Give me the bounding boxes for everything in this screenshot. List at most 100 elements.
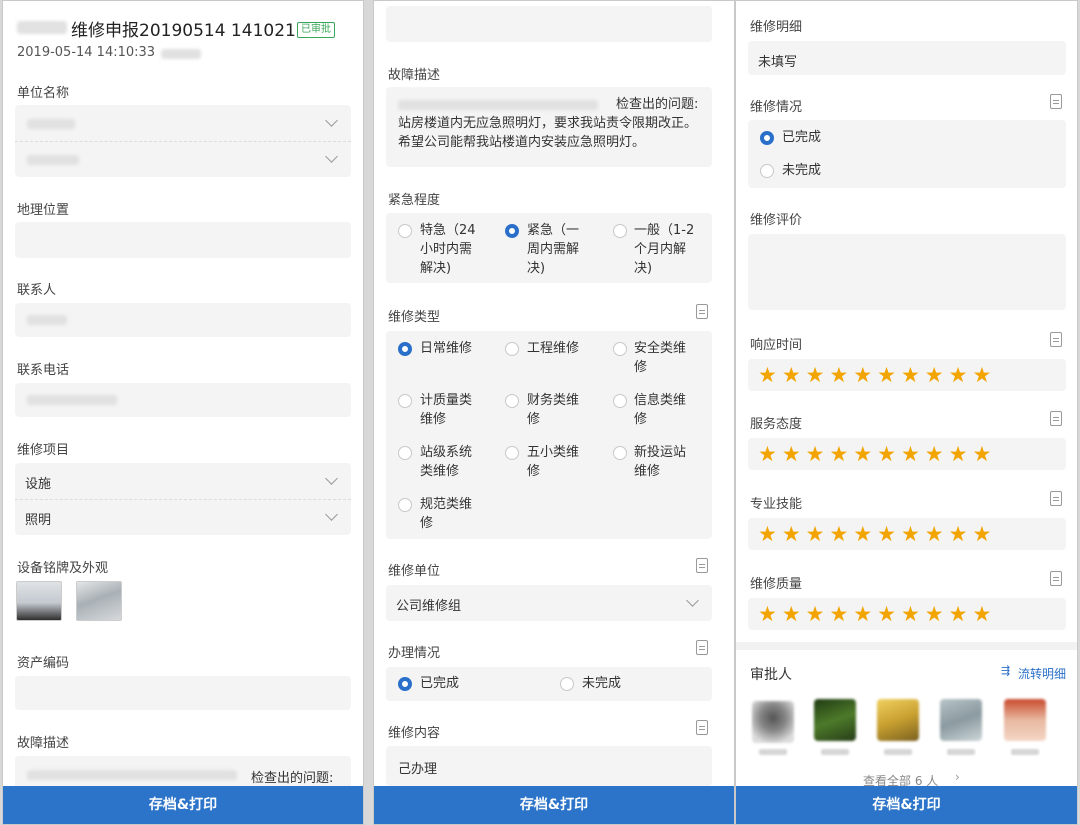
- nameplate-photo-1[interactable]: [16, 581, 62, 621]
- star-icon[interactable]: ★: [758, 443, 777, 465]
- detail-field[interactable]: 未填写: [748, 41, 1066, 75]
- star-icon[interactable]: ★: [829, 443, 848, 465]
- approver-avatar-5[interactable]: [1004, 699, 1046, 741]
- document-icon[interactable]: [1050, 411, 1062, 426]
- star-icon[interactable]: ★: [972, 603, 991, 625]
- star-icon[interactable]: ★: [829, 603, 848, 625]
- star-icon[interactable]: ★: [949, 603, 968, 625]
- document-icon[interactable]: [1050, 332, 1062, 347]
- content-field[interactable]: 己办理: [386, 746, 712, 786]
- star-rating-4[interactable]: ★ ★ ★ ★ ★ ★ ★ ★ ★ ★: [758, 603, 991, 625]
- star-rating-1[interactable]: ★ ★ ★ ★ ★ ★ ★ ★ ★ ★: [758, 364, 991, 386]
- star-icon[interactable]: ★: [949, 364, 968, 386]
- urgency-option-3[interactable]: 一般（1-2个月内解决): [634, 221, 698, 278]
- star-icon[interactable]: ★: [782, 523, 801, 545]
- star-icon[interactable]: ★: [972, 523, 991, 545]
- type-option-9[interactable]: 新投运站维修: [634, 443, 698, 481]
- item-select-2[interactable]: 照明: [25, 509, 51, 528]
- type-radio-8[interactable]: [505, 446, 519, 460]
- star-icon[interactable]: ★: [877, 443, 896, 465]
- type-option-5[interactable]: 财务类维修: [527, 391, 591, 429]
- document-icon[interactable]: [696, 640, 708, 655]
- type-radio-6[interactable]: [613, 394, 627, 408]
- archive-print-button[interactable]: 存档&打印: [374, 786, 734, 824]
- contact-field[interactable]: [15, 303, 351, 337]
- handling-option-1[interactable]: 已完成: [420, 674, 459, 693]
- star-icon[interactable]: ★: [877, 364, 896, 386]
- type-option-4[interactable]: 计质量类维修: [420, 391, 484, 429]
- star-icon[interactable]: ★: [877, 523, 896, 545]
- type-option-2[interactable]: 工程维修: [527, 339, 591, 358]
- item-select-group[interactable]: 设施 照明: [15, 463, 351, 535]
- star-icon[interactable]: ★: [782, 443, 801, 465]
- star-icon[interactable]: ★: [901, 443, 920, 465]
- star-icon[interactable]: ★: [806, 603, 825, 625]
- star-icon[interactable]: ★: [853, 523, 872, 545]
- handling-radio-1[interactable]: [398, 677, 412, 691]
- star-icon[interactable]: ★: [853, 364, 872, 386]
- item-select-1[interactable]: 设施: [25, 473, 51, 492]
- type-option-8[interactable]: 五小类维修: [527, 443, 591, 481]
- archive-print-button[interactable]: 存档&打印: [736, 786, 1077, 824]
- star-icon[interactable]: ★: [782, 364, 801, 386]
- type-radio-1[interactable]: [398, 342, 412, 356]
- star-rating-3[interactable]: ★ ★ ★ ★ ★ ★ ★ ★ ★ ★: [758, 523, 991, 545]
- star-icon[interactable]: ★: [758, 603, 777, 625]
- document-icon[interactable]: [1050, 94, 1062, 109]
- status-radio-2[interactable]: [760, 164, 774, 178]
- star-icon[interactable]: ★: [925, 443, 944, 465]
- urgency-option-2[interactable]: 紧急（一周内需解决): [527, 221, 591, 278]
- prev-field[interactable]: [386, 6, 712, 42]
- star-icon[interactable]: ★: [925, 603, 944, 625]
- type-option-1[interactable]: 日常维修: [420, 339, 484, 358]
- fault-field[interactable]: 检查出的问题: 站房楼道内无应急照明灯，要求我站责令限期改正。希望公司能帮我站楼…: [386, 87, 712, 167]
- handling-option-2[interactable]: 未完成: [582, 674, 621, 693]
- approver-avatar-3[interactable]: [877, 699, 919, 741]
- type-radio-10[interactable]: [398, 498, 412, 512]
- type-option-7[interactable]: 站级系统类维修: [420, 443, 484, 481]
- star-icon[interactable]: ★: [782, 603, 801, 625]
- repair-unit-select[interactable]: 公司维修组: [386, 585, 712, 621]
- urgency-option-1[interactable]: 特急（24小时内需解决): [420, 221, 484, 278]
- star-icon[interactable]: ★: [806, 443, 825, 465]
- star-icon[interactable]: ★: [972, 364, 991, 386]
- star-icon[interactable]: ★: [877, 603, 896, 625]
- type-radio-3[interactable]: [613, 342, 627, 356]
- type-radio-5[interactable]: [505, 394, 519, 408]
- phone-field[interactable]: [15, 383, 351, 417]
- unit-select-group[interactable]: [15, 105, 351, 177]
- location-field[interactable]: [15, 222, 351, 258]
- star-icon[interactable]: ★: [949, 523, 968, 545]
- star-icon[interactable]: ★: [972, 443, 991, 465]
- document-icon[interactable]: [696, 558, 708, 573]
- type-option-3[interactable]: 安全类维修: [634, 339, 698, 377]
- document-icon[interactable]: [696, 720, 708, 735]
- status-option-2[interactable]: 未完成: [782, 161, 821, 180]
- star-icon[interactable]: ★: [925, 364, 944, 386]
- document-icon[interactable]: [1050, 491, 1062, 506]
- eval-field[interactable]: [748, 234, 1066, 310]
- urgency-radio-2[interactable]: [505, 224, 519, 238]
- star-icon[interactable]: ★: [758, 523, 777, 545]
- star-icon[interactable]: ★: [949, 443, 968, 465]
- urgency-radio-1[interactable]: [398, 224, 412, 238]
- approver-avatar-1[interactable]: [752, 701, 794, 743]
- star-icon[interactable]: ★: [901, 523, 920, 545]
- type-radio-9[interactable]: [613, 446, 627, 460]
- nameplate-photo-2[interactable]: [76, 581, 122, 621]
- chevron-right-icon[interactable]: ›: [955, 770, 960, 784]
- handling-radio-2[interactable]: [560, 677, 574, 691]
- star-icon[interactable]: ★: [853, 603, 872, 625]
- star-icon[interactable]: ★: [853, 443, 872, 465]
- star-icon[interactable]: ★: [758, 364, 777, 386]
- type-option-6[interactable]: 信息类维修: [634, 391, 698, 429]
- type-radio-4[interactable]: [398, 394, 412, 408]
- star-icon[interactable]: ★: [901, 364, 920, 386]
- type-option-10[interactable]: 规范类维修: [420, 495, 484, 533]
- approver-avatar-4[interactable]: [940, 699, 982, 741]
- approver-avatar-2[interactable]: [814, 699, 856, 741]
- status-option-1[interactable]: 已完成: [782, 128, 821, 147]
- archive-print-button[interactable]: 存档&打印: [3, 786, 363, 824]
- star-icon[interactable]: ★: [829, 364, 848, 386]
- star-icon[interactable]: ★: [901, 603, 920, 625]
